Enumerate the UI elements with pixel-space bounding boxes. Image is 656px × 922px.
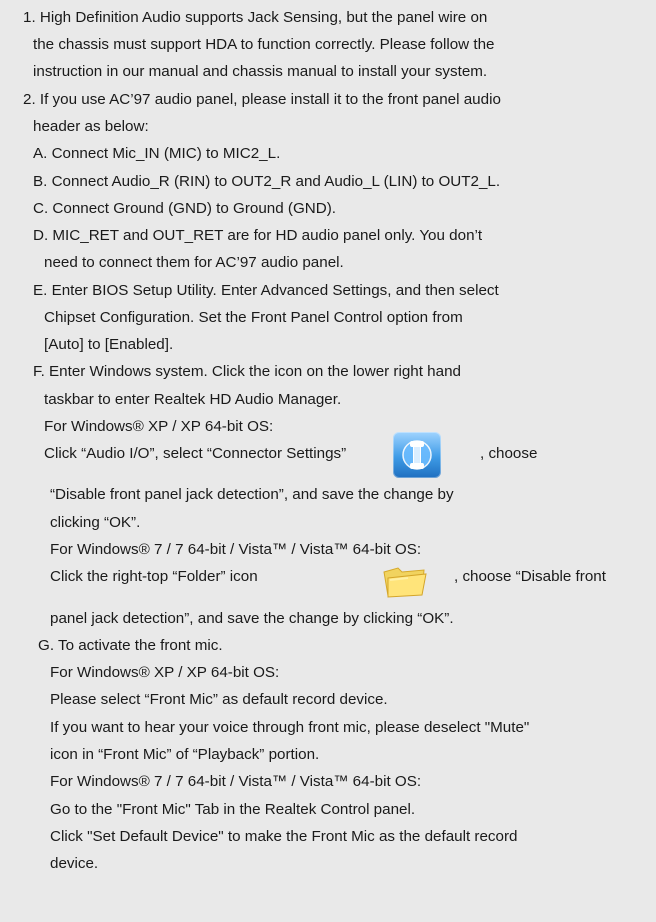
text-line: For Windows® XP / XP 64-bit OS:	[44, 418, 274, 435]
folder-icon	[378, 560, 430, 600]
text-line: instruction in our manual and chassis ma…	[33, 63, 488, 80]
text-line: panel jack detection”, and save the chan…	[50, 610, 454, 627]
text-line: clicking “OK”.	[50, 514, 141, 531]
text-line: “Disable front panel jack detection”, an…	[50, 486, 454, 503]
text-line: If you want to hear your voice through f…	[50, 719, 530, 736]
connector-settings-icon	[393, 432, 441, 478]
text-line: B. Connect Audio_R (RIN) to OUT2_R and A…	[33, 173, 501, 190]
text-line: G. To activate the front mic.	[38, 637, 223, 654]
text-line: For Windows® 7 / 7 64-bit / Vista™ / Vis…	[50, 541, 422, 558]
text-line: Please select “Front Mic” as default rec…	[50, 691, 388, 708]
text-line: F. Enter Windows system. Click the icon …	[33, 363, 461, 380]
text-line: E. Enter BIOS Setup Utility. Enter Advan…	[33, 282, 499, 299]
text-line: header as below:	[33, 118, 149, 135]
text-line: For Windows® 7 / 7 64-bit / Vista™ / Vis…	[50, 773, 422, 790]
text-line: icon in “Front Mic” of “Playback” portio…	[50, 746, 320, 763]
text-line: taskbar to enter Realtek HD Audio Manage…	[44, 391, 342, 408]
text-line: D. MIC_RET and OUT_RET are for HD audio …	[33, 227, 483, 244]
text-line: [Auto] to [Enabled].	[44, 336, 174, 353]
text-line: 2. If you use AC’97 audio panel, please …	[23, 91, 501, 108]
text-line: , choose “Disable front	[454, 568, 606, 585]
text-line: device.	[50, 855, 99, 872]
manual-page: 1. High Definition Audio supports Jack S…	[0, 0, 656, 922]
text-line: the chassis must support HDA to function…	[33, 36, 495, 53]
text-line: C. Connect Ground (GND) to Ground (GND).	[33, 200, 337, 217]
text-line: A. Connect Mic_IN (MIC) to MIC2_L.	[33, 145, 281, 162]
text-line: Click "Set Default Device" to make the F…	[50, 828, 518, 845]
text-line: Go to the "Front Mic" Tab in the Realtek…	[50, 801, 416, 818]
text-line: need to connect them for AC’97 audio pan…	[44, 254, 344, 271]
text-line: Click the right-top “Folder” icon	[50, 568, 258, 585]
text-line: For Windows® XP / XP 64-bit OS:	[50, 664, 280, 681]
text-line: 1. High Definition Audio supports Jack S…	[23, 9, 488, 26]
text-line: Chipset Configuration. Set the Front Pan…	[44, 309, 463, 326]
text-line: , choose	[480, 445, 538, 462]
text-line: Click “Audio I/O”, select “Connector Set…	[44, 445, 347, 462]
